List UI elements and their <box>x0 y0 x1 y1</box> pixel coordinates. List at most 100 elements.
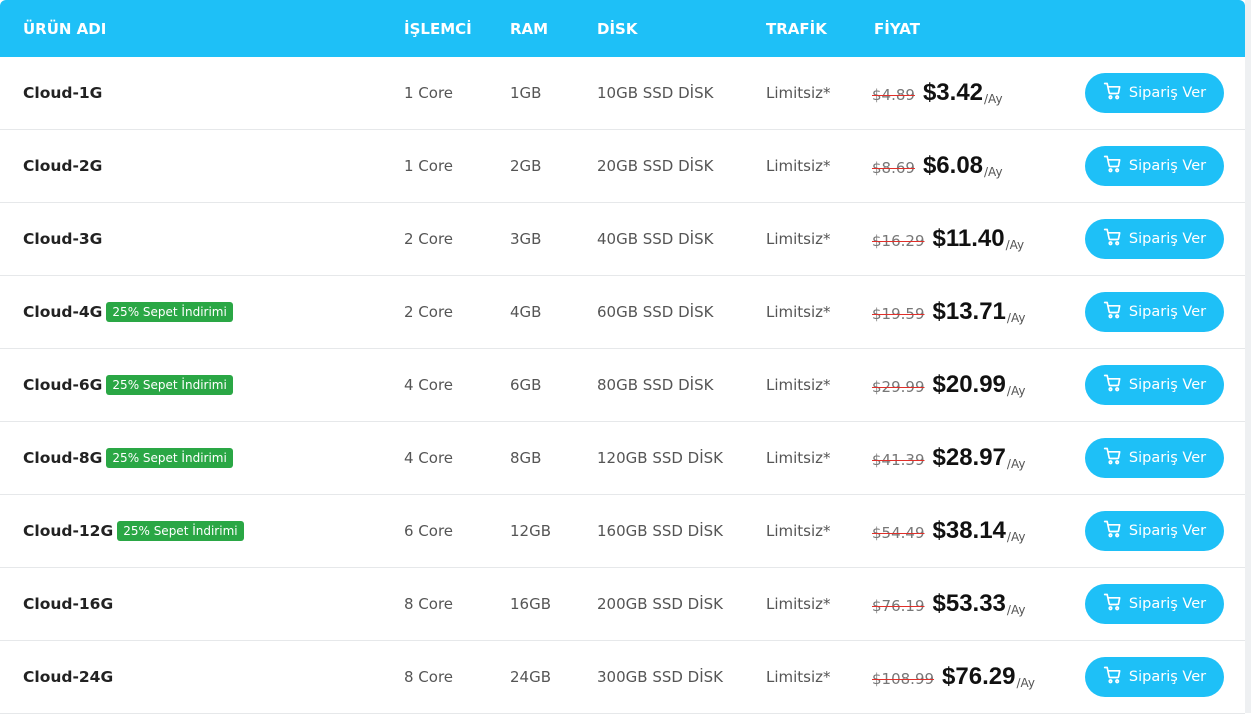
per-month-label: /Ay <box>1006 603 1026 617</box>
price-cell: $41.39 $28.97 /Ay <box>872 444 1072 472</box>
traffic-value: Limitsiz* <box>766 376 831 394</box>
order-button-label: Sipariş Ver <box>1128 523 1207 539</box>
disk-value: 20GB SSD DİSK <box>597 157 714 175</box>
order-button[interactable]: Sipariş Ver <box>1085 292 1224 332</box>
shopping-cart-icon <box>1103 300 1123 324</box>
pricing-table: ÜRÜN ADI İŞLEMCİ RAM DİSK TRAFİK FİYAT C… <box>0 0 1251 714</box>
header-price: FİYAT <box>874 19 920 38</box>
discount-badge: 25% Sepet İndirimi <box>117 521 244 541</box>
product-name: Cloud-3G <box>23 230 103 248</box>
order-button-label: Sipariş Ver <box>1128 377 1207 393</box>
old-price: $16.29 <box>872 232 925 250</box>
shopping-cart-icon <box>1103 592 1123 616</box>
ram-value: 1GB <box>510 84 542 102</box>
traffic-value: Limitsiz* <box>766 303 831 321</box>
shopping-cart-icon <box>1103 519 1123 543</box>
order-button-label: Sipariş Ver <box>1128 304 1207 320</box>
current-price: $11.40 <box>932 225 1005 252</box>
ram-value: 12GB <box>510 522 552 540</box>
action-cell: Sipariş Ver <box>1085 365 1224 405</box>
order-button[interactable]: Sipariş Ver <box>1085 73 1224 113</box>
current-price: $20.99 <box>932 371 1006 398</box>
disk-value: 10GB SSD DİSK <box>597 84 714 102</box>
cpu-value: 2 Core <box>404 303 454 321</box>
order-button[interactable]: Sipariş Ver <box>1085 511 1224 551</box>
header-disk: DİSK <box>597 19 638 38</box>
per-month-label: /Ay <box>1006 384 1026 398</box>
price-cell: $8.69 $6.08 /Ay <box>872 152 1072 180</box>
action-cell: Sipariş Ver <box>1085 584 1224 624</box>
ram-value: 16GB <box>510 595 552 613</box>
table-row: Cloud-16G 8 Core 16GB 200GB SSD DİSK Lim… <box>0 568 1245 641</box>
order-button[interactable]: Sipariş Ver <box>1085 657 1224 697</box>
header-ram: RAM <box>510 19 549 38</box>
product-name-cell: Cloud-4G 25% Sepet İndirimi <box>23 302 233 322</box>
product-name: Cloud-2G <box>23 157 103 175</box>
old-price: $41.39 <box>872 451 925 469</box>
discount-badge: 25% Sepet İndirimi <box>106 448 233 468</box>
action-cell: Sipariş Ver <box>1085 438 1224 478</box>
traffic-value: Limitsiz* <box>766 230 831 248</box>
price-cell: $29.99 $20.99 /Ay <box>872 371 1072 399</box>
traffic-value: Limitsiz* <box>766 84 831 102</box>
price-cell: $19.59 $13.71 /Ay <box>872 298 1072 326</box>
table-row: Cloud-4G 25% Sepet İndirimi 2 Core 4GB 6… <box>0 276 1245 349</box>
shopping-cart-icon <box>1103 446 1123 470</box>
current-price: $38.14 <box>932 517 1006 544</box>
header-name: ÜRÜN ADI <box>23 19 107 38</box>
product-name-cell: Cloud-3G <box>23 230 102 248</box>
discount-badge: 25% Sepet İndirimi <box>106 302 233 322</box>
order-button-label: Sipariş Ver <box>1128 669 1207 685</box>
current-price: $76.29 <box>942 663 1016 690</box>
action-cell: Sipariş Ver <box>1085 292 1224 332</box>
product-name: Cloud-4G <box>23 303 103 321</box>
order-button[interactable]: Sipariş Ver <box>1085 365 1224 405</box>
action-cell: Sipariş Ver <box>1085 146 1224 186</box>
ram-value: 8GB <box>510 449 542 467</box>
shopping-cart-icon <box>1103 81 1123 105</box>
disk-value: 160GB SSD DİSK <box>597 522 724 540</box>
price-cell: $108.99 $76.29 /Ay <box>872 663 1072 691</box>
product-name: Cloud-8G <box>23 449 103 467</box>
disk-value: 120GB SSD DİSK <box>597 449 724 467</box>
product-name: Cloud-24G <box>23 668 114 686</box>
current-price: $6.08 <box>922 152 984 179</box>
product-name: Cloud-12G <box>23 522 114 540</box>
action-cell: Sipariş Ver <box>1085 73 1224 113</box>
table-row: Cloud-12G 25% Sepet İndirimi 6 Core 12GB… <box>0 495 1245 568</box>
shopping-cart-icon <box>1103 373 1123 397</box>
old-price: $108.99 <box>872 670 935 688</box>
shopping-cart-icon <box>1103 665 1123 689</box>
product-name-cell: Cloud-24G <box>23 668 113 686</box>
traffic-value: Limitsiz* <box>766 595 831 613</box>
table-body: Cloud-1G 1 Core 1GB 10GB SSD DİSK Limits… <box>0 57 1245 714</box>
order-button-label: Sipariş Ver <box>1128 450 1207 466</box>
per-month-label: /Ay <box>1006 530 1026 544</box>
header-traffic: TRAFİK <box>766 19 827 38</box>
table-row: Cloud-1G 1 Core 1GB 10GB SSD DİSK Limits… <box>0 57 1245 130</box>
order-button[interactable]: Sipariş Ver <box>1085 219 1224 259</box>
cpu-value: 8 Core <box>404 595 454 613</box>
per-month-label: /Ay <box>1005 238 1025 252</box>
product-name-cell: Cloud-8G 25% Sepet İndirimi <box>23 448 233 468</box>
old-price: $8.69 <box>872 159 915 177</box>
action-cell: Sipariş Ver <box>1085 219 1224 259</box>
table-row: Cloud-3G 2 Core 3GB 40GB SSD DİSK Limits… <box>0 203 1245 276</box>
traffic-value: Limitsiz* <box>766 522 831 540</box>
order-button[interactable]: Sipariş Ver <box>1085 584 1224 624</box>
old-price: $76.19 <box>872 597 925 615</box>
ram-value: 4GB <box>510 303 542 321</box>
order-button-label: Sipariş Ver <box>1128 596 1207 612</box>
current-price: $13.71 <box>932 298 1006 325</box>
page-edge <box>1245 0 1251 713</box>
order-button[interactable]: Sipariş Ver <box>1085 146 1224 186</box>
price-cell: $16.29 $11.40 /Ay <box>872 225 1072 253</box>
order-button[interactable]: Sipariş Ver <box>1085 438 1224 478</box>
per-month-label: /Ay <box>1006 311 1026 325</box>
action-cell: Sipariş Ver <box>1085 511 1224 551</box>
action-cell: Sipariş Ver <box>1085 657 1224 697</box>
product-name-cell: Cloud-1G <box>23 84 102 102</box>
shopping-cart-icon <box>1103 154 1123 178</box>
ram-value: 2GB <box>510 157 542 175</box>
per-month-label: /Ay <box>1006 457 1026 471</box>
